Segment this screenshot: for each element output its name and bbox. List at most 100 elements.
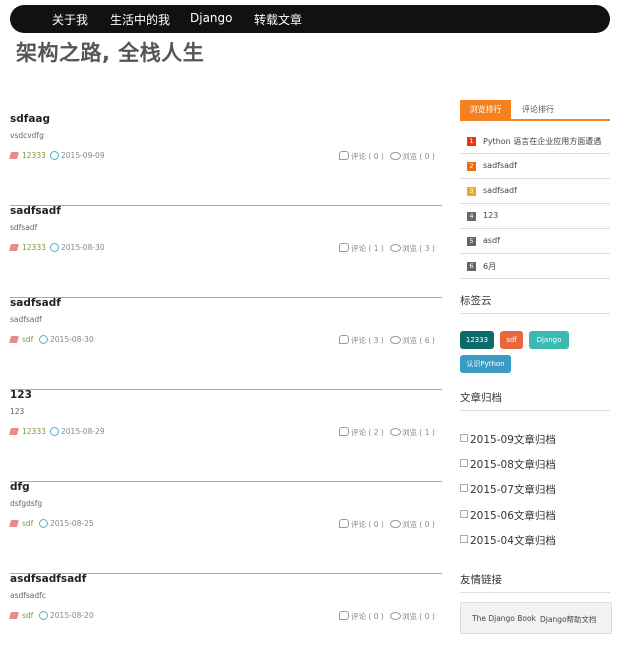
eye-icon (390, 336, 401, 344)
ranking-item: 3 sadfsadf (460, 179, 610, 204)
post-meta: sdf 2015-08-30 评论 ( 3 ) 浏览 ( 6 ) (9, 335, 442, 347)
ranking-item: 4 123 (460, 204, 610, 229)
post-comments[interactable]: 评论 ( 2 ) (351, 427, 384, 438)
cloud-tag[interactable]: 12333 (460, 331, 494, 349)
post-meta: 12333 2015-08-30 评论 ( 1 ) 浏览 ( 3 ) (9, 243, 442, 255)
post-comments[interactable]: 评论 ( 0 ) (351, 519, 384, 530)
post-views: 浏览 ( 1 ) (402, 428, 435, 437)
clock-icon (39, 519, 48, 528)
rank-title[interactable]: 6月 (483, 261, 496, 272)
archive-link[interactable]: 2015-09文章归档 (460, 432, 556, 447)
post-title[interactable]: sadfsadf (10, 297, 61, 309)
post-comments[interactable]: 评论 ( 0 ) (351, 151, 384, 162)
comment-icon (339, 611, 349, 620)
post-tag[interactable]: 12333 (22, 243, 46, 252)
comment-icon (339, 243, 349, 252)
post-date: 2015-08-30 (61, 243, 105, 252)
post-item: dfg dsfgdsfg sdf 2015-08-25 评论 ( 0 ) 浏览 … (9, 481, 442, 574)
tag-icon (9, 244, 19, 251)
nav-item-django[interactable]: Django (190, 11, 233, 25)
post-title[interactable]: asdfsadfsadf (10, 573, 86, 585)
rank-title[interactable]: Python 语言在企业应用方面遭遇 (483, 136, 601, 147)
tag-icon (9, 520, 19, 527)
post-views: 浏览 ( 0 ) (402, 520, 435, 529)
clock-icon (39, 611, 48, 620)
cloud-tag[interactable]: 认识Python (460, 355, 511, 373)
rank-number: 6 (467, 262, 476, 271)
comment-icon (339, 427, 349, 436)
site-title: 架构之路, 全栈人生 (16, 41, 205, 65)
tag-icon (9, 428, 19, 435)
tag-cloud-title: 标签云 (460, 293, 610, 314)
cloud-tag[interactable]: Django (529, 331, 569, 349)
links-title: 友情链接 (460, 572, 610, 593)
rank-number: 5 (467, 237, 476, 246)
clock-icon (39, 335, 48, 344)
post-tag[interactable]: 12333 (22, 427, 46, 436)
post-summary: 123 (10, 407, 25, 416)
rank-title[interactable]: 123 (483, 211, 498, 220)
ranking-item: 2 sadfsadf (460, 154, 610, 179)
clock-icon (50, 243, 59, 252)
tag-icon (9, 152, 19, 159)
post-summary: vsdcvdfg (10, 131, 44, 140)
post-tag[interactable]: sdf (22, 611, 33, 620)
post-title[interactable]: sadfsadf (10, 205, 61, 217)
eye-icon (390, 244, 401, 252)
clock-icon (50, 427, 59, 436)
post-meta: 12333 2015-08-29 评论 ( 2 ) 浏览 ( 1 ) (9, 427, 442, 439)
clock-icon (50, 151, 59, 160)
tag-icon (9, 336, 19, 343)
archive-link[interactable]: 2015-04文章归档 (460, 533, 556, 548)
ranking-tabs: 浏览排行 评论排行 (460, 100, 610, 121)
post-item: asdfsadfsadf asdfsadfc sdf 2015-08-20 评论… (9, 573, 442, 665)
rank-title[interactable]: asdf (483, 236, 500, 245)
archive-link[interactable]: 2015-08文章归档 (460, 457, 556, 472)
post-comments[interactable]: 评论 ( 0 ) (351, 611, 384, 622)
eye-icon (390, 612, 401, 620)
post-date: 2015-08-30 (50, 335, 94, 344)
archive-icon (460, 510, 468, 518)
post-summary: sdfsadf (10, 223, 38, 232)
rank-number: 3 (467, 187, 476, 196)
links-box: The Django Book Django帮助文档 (460, 602, 612, 634)
archive-link[interactable]: 2015-06文章归档 (460, 508, 556, 523)
post-meta: sdf 2015-08-25 评论 ( 0 ) 浏览 ( 0 ) (9, 519, 442, 531)
archive-icon (460, 459, 468, 467)
cloud-tag[interactable]: sdf (500, 331, 523, 349)
archive-link[interactable]: 2015-07文章归档 (460, 482, 556, 497)
comment-icon (339, 335, 349, 344)
post-summary: asdfsadfc (10, 591, 46, 600)
tab-most-viewed[interactable]: 浏览排行 (460, 100, 511, 119)
ranking-item: 5 asdf (460, 229, 610, 254)
post-item: sdfaag vsdcvdfg 12333 2015-09-09 评论 ( 0 … (9, 113, 442, 206)
tag-icon (9, 612, 19, 619)
post-comments[interactable]: 评论 ( 1 ) (351, 243, 384, 254)
archive-icon (460, 484, 468, 492)
post-views: 浏览 ( 0 ) (402, 612, 435, 621)
nav-item-life[interactable]: 生活中的我 (110, 11, 170, 28)
rank-title[interactable]: sadfsadf (483, 186, 517, 195)
tab-most-commented[interactable]: 评论排行 (518, 100, 558, 119)
rank-title[interactable]: sadfsadf (483, 161, 517, 170)
link-django-docs[interactable]: Django帮助文档 (540, 614, 597, 625)
nav-item-reposts[interactable]: 转载文章 (254, 11, 302, 28)
eye-icon (390, 428, 401, 436)
archive-icon (460, 535, 468, 543)
post-tag[interactable]: sdf (22, 335, 33, 344)
post-meta: sdf 2015-08-20 评论 ( 0 ) 浏览 ( 0 ) (9, 611, 442, 623)
post-date: 2015-08-29 (61, 427, 105, 436)
post-comments[interactable]: 评论 ( 3 ) (351, 335, 384, 346)
post-title[interactable]: sdfaag (10, 113, 50, 125)
comment-icon (339, 519, 349, 528)
nav-item-about[interactable]: 关于我 (52, 11, 88, 28)
post-title[interactable]: dfg (10, 481, 30, 493)
post-views: 浏览 ( 0 ) (402, 152, 435, 161)
post-tag[interactable]: 12333 (22, 151, 46, 160)
post-title[interactable]: 123 (10, 389, 32, 401)
ranking-item: 1 Python 语言在企业应用方面遭遇 (460, 129, 610, 154)
post-tag[interactable]: sdf (22, 519, 33, 528)
comment-icon (339, 151, 349, 160)
link-django-book[interactable]: The Django Book (472, 614, 536, 623)
post-date: 2015-08-20 (50, 611, 94, 620)
